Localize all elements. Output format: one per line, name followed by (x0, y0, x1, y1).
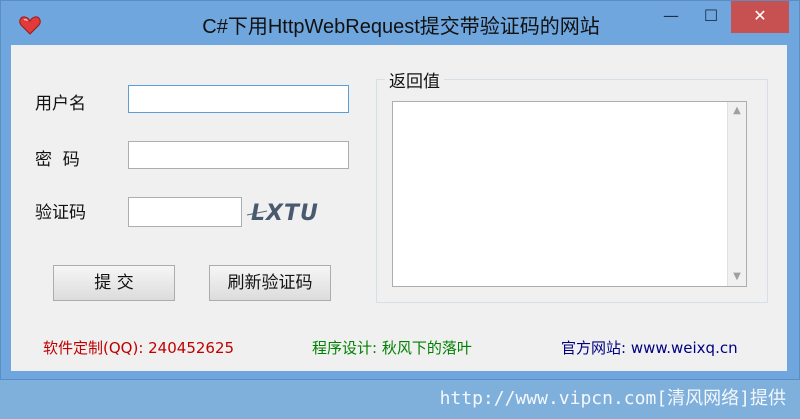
captcha-label: 验证码 (35, 203, 86, 223)
custom-info: 软件定制(QQ): 240452625 (43, 339, 235, 357)
minimize-button[interactable]: — (651, 1, 691, 33)
captcha-image[interactable]: LXTU (245, 195, 329, 229)
site-info: 官方网站: www.weixq.cn (561, 339, 738, 357)
maximize-button[interactable]: ☐ (691, 1, 731, 33)
response-scrollbar[interactable]: ▲ ▼ (727, 102, 746, 286)
captcha-field[interactable] (128, 197, 242, 227)
heart-icon (19, 16, 41, 35)
watermark-text: http://www.vipcn.com[清风网络]提供 (439, 388, 786, 409)
response-group-label: 返回值 (385, 67, 444, 92)
captcha-text: LXTU (251, 201, 319, 226)
refresh-captcha-button[interactable]: 刷新验证码 (209, 265, 331, 301)
window-title: C#下用HttpWebRequest提交带验证码的网站 (202, 16, 600, 38)
client-area: 用户名 密 码 验证码 LXTU 提 交 刷新验证码 返回值 ▲ ▼ 软件定制(… (11, 45, 787, 371)
chevron-down-icon[interactable]: ▼ (728, 268, 746, 286)
username-label: 用户名 (35, 94, 86, 114)
app-window: C#下用HttpWebRequest提交带验证码的网站 — ☐ ✕ 用户名 密 … (0, 0, 800, 380)
close-button[interactable]: ✕ (731, 1, 789, 33)
password-label: 密 码 (35, 150, 80, 170)
response-textarea[interactable]: ▲ ▼ (392, 101, 747, 287)
chevron-up-icon[interactable]: ▲ (728, 102, 746, 120)
title-bar[interactable]: C#下用HttpWebRequest提交带验证码的网站 — ☐ ✕ (1, 1, 799, 45)
submit-button[interactable]: 提 交 (53, 265, 175, 301)
password-field[interactable] (128, 141, 349, 169)
design-info: 程序设计: 秋风下的落叶 (312, 339, 472, 357)
username-field[interactable] (128, 85, 349, 113)
